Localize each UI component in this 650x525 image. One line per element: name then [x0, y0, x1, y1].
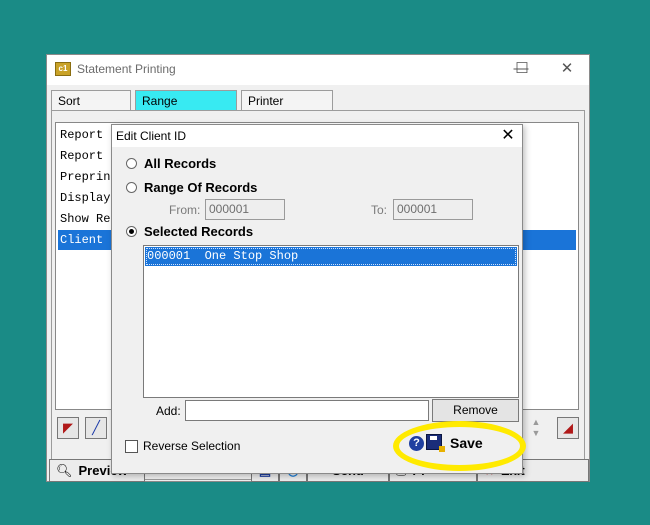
up-down-spinner[interactable]: ▲ ▼: [527, 417, 545, 441]
add-label: Add:: [156, 404, 181, 418]
reverse-selection-checkbox[interactable]: [125, 440, 138, 453]
close-icon: ✕: [501, 127, 515, 144]
tab-printer-options[interactable]: Printer Options: [241, 90, 333, 122]
close-icon: ✕: [560, 60, 574, 77]
magnifier-icon: 🔍︎: [56, 463, 73, 478]
save-label: Save: [450, 435, 483, 451]
dialog-title-bar[interactable]: Edit Client ID ✕: [112, 125, 522, 147]
edit-button[interactable]: ╱: [85, 417, 107, 439]
move-left-button[interactable]: ◤: [57, 417, 79, 439]
arrow-left-icon: ◤: [63, 420, 73, 435]
chevron-down-icon: ▼: [531, 428, 541, 438]
range-of-records-label[interactable]: Range Of Records: [144, 180, 257, 195]
move-right-button[interactable]: ◢: [557, 417, 579, 439]
save-button[interactable]: Save: [426, 432, 504, 454]
help-icon[interactable]: ?: [409, 436, 424, 451]
window-title: Statement Printing: [77, 62, 176, 76]
floppy-disk-icon: [426, 434, 445, 452]
tab-sort-options[interactable]: Sort Options: [51, 90, 131, 122]
dialog-title: Edit Client ID: [116, 129, 187, 143]
radio-all-records[interactable]: [126, 158, 137, 169]
to-label: To:: [371, 203, 388, 217]
dialog-close-button[interactable]: ✕: [496, 125, 520, 147]
all-records-label[interactable]: All Records: [144, 156, 216, 171]
pencil-icon: ╱: [92, 420, 100, 435]
maximize-icon: ☐: [515, 60, 529, 77]
selected-records-label[interactable]: Selected Records: [144, 224, 253, 239]
selected-records-list[interactable]: 000001 One Stop Shop: [143, 245, 519, 398]
app-icon: c1: [55, 62, 71, 76]
from-label: From:: [169, 203, 201, 217]
close-window-button[interactable]: ✕: [547, 57, 587, 81]
record-row[interactable]: 000001 One Stop Shop: [145, 247, 517, 266]
tab-range-selections[interactable]: Range Selections: [135, 90, 237, 122]
reverse-selection-label[interactable]: Reverse Selection: [143, 439, 240, 453]
radio-range-of-records[interactable]: [126, 182, 137, 193]
arrow-right-icon: ◢: [563, 420, 573, 435]
remove-button[interactable]: Remove: [432, 399, 519, 422]
chevron-up-icon: ▲: [531, 417, 541, 427]
edit-client-id-dialog: Edit Client ID ✕ All Records Range Of Re…: [111, 124, 523, 474]
range-to-field[interactable]: 000001: [393, 199, 473, 220]
radio-selected-records[interactable]: [126, 226, 137, 237]
add-client-input[interactable]: [185, 400, 429, 421]
range-from-field[interactable]: 000001: [205, 199, 285, 220]
maximize-button[interactable]: ☐: [502, 57, 542, 81]
